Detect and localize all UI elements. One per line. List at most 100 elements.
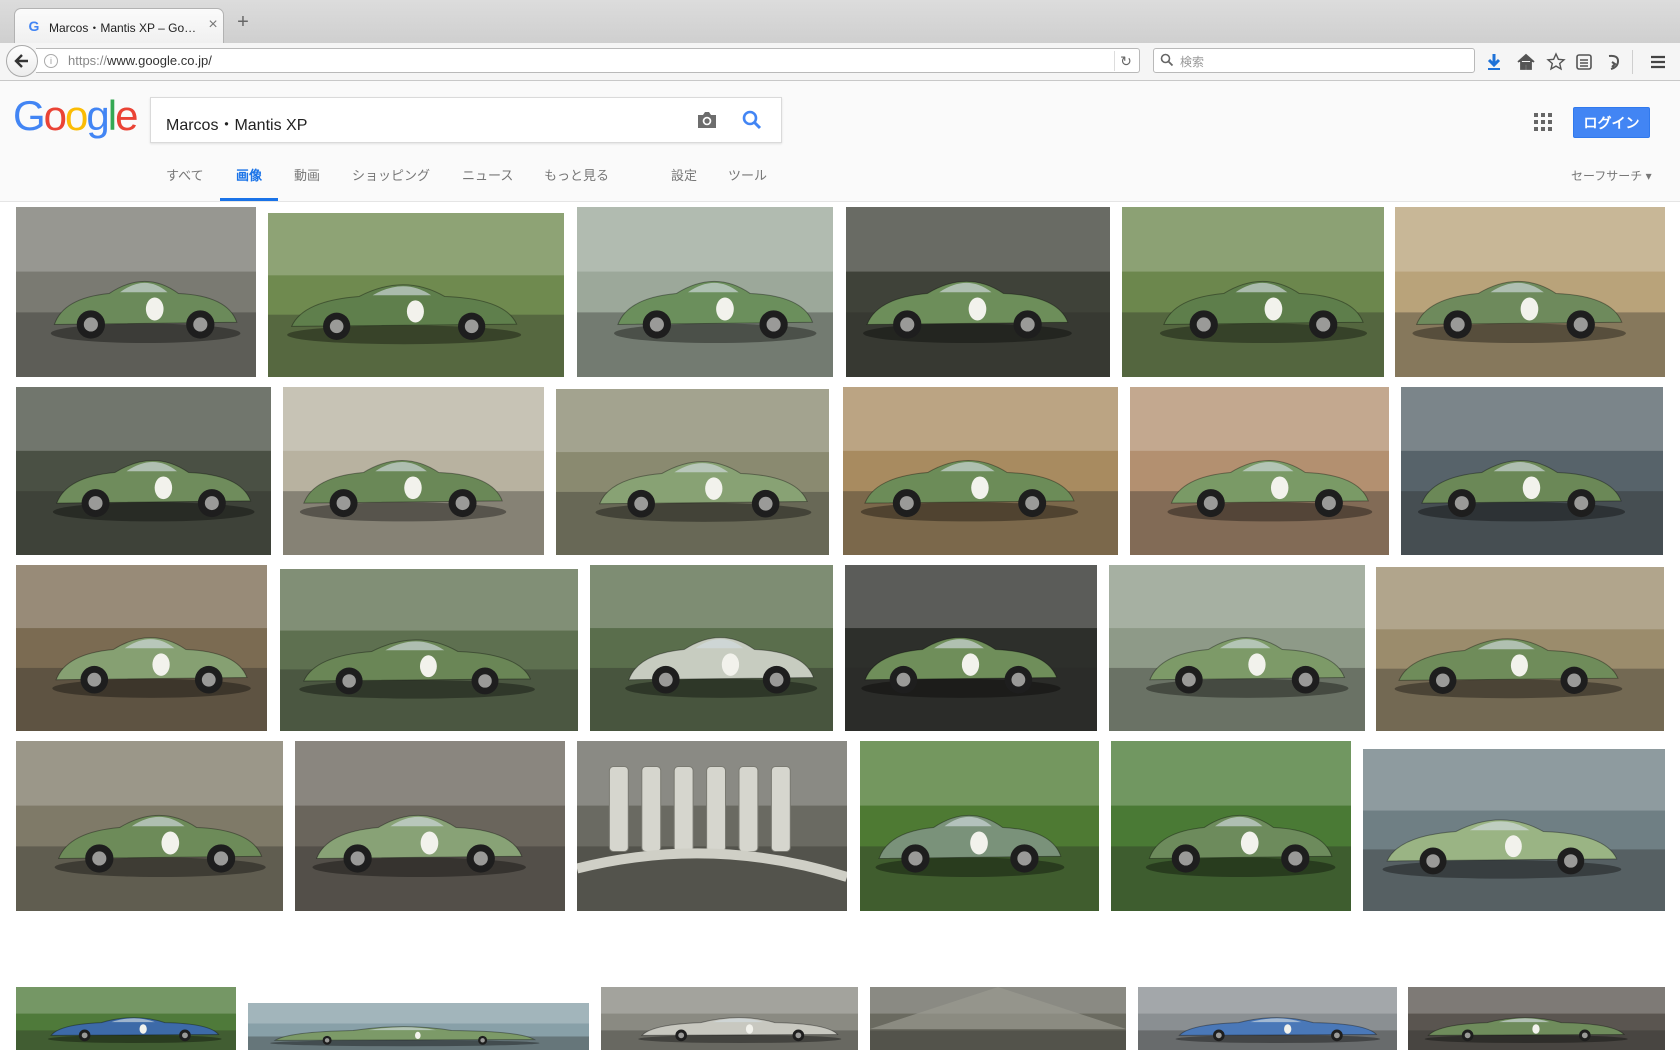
- site-info-icon[interactable]: i: [44, 54, 58, 68]
- image-result-thumbnail[interactable]: [870, 987, 1126, 1050]
- image-result-thumbnail[interactable]: [860, 741, 1099, 911]
- car-number-roundel: [139, 1024, 147, 1034]
- photo-backdrop: [1376, 567, 1664, 630]
- back-button[interactable]: [6, 45, 38, 77]
- car-hub: [678, 1032, 685, 1039]
- hamburger-menu-icon[interactable]: [1648, 52, 1668, 72]
- car-hub: [1020, 317, 1035, 332]
- thumbnail-photo: [556, 389, 829, 555]
- image-result-thumbnail[interactable]: [1363, 749, 1665, 911]
- car-hub: [478, 674, 492, 688]
- google-logo[interactable]: Google: [13, 92, 138, 139]
- image-result-thumbnail[interactable]: [1138, 987, 1397, 1050]
- search-icon[interactable]: [741, 109, 763, 131]
- tab-news[interactable]: ニュース: [462, 167, 513, 201]
- pocket-icon[interactable]: [1604, 52, 1624, 72]
- image-result-thumbnail[interactable]: [16, 741, 283, 911]
- tab-videos[interactable]: 動画: [294, 167, 320, 201]
- image-result-thumbnail[interactable]: [843, 387, 1118, 555]
- car-hub: [1178, 851, 1193, 866]
- image-result-thumbnail[interactable]: [1122, 207, 1384, 377]
- tab-more[interactable]: もっと見る: [544, 167, 609, 201]
- logo-letter: o: [65, 92, 88, 139]
- apps-grid-icon[interactable]: [1534, 113, 1552, 131]
- image-result-thumbnail[interactable]: [268, 213, 564, 377]
- car-hub: [1454, 496, 1469, 511]
- image-result-thumbnail[interactable]: [601, 987, 858, 1050]
- image-result-thumbnail[interactable]: [846, 207, 1110, 377]
- tab-shopping[interactable]: ショッピング: [352, 167, 430, 201]
- car-number-roundel: [154, 476, 173, 500]
- car-hub: [658, 672, 673, 687]
- image-result-thumbnail[interactable]: [248, 1003, 589, 1050]
- car-hub: [473, 851, 488, 866]
- google-favicon-icon: G: [28, 18, 40, 34]
- browser-tab[interactable]: G Marcos・Mantis XP – Goo… ×: [14, 8, 224, 43]
- car-number-roundel: [1504, 835, 1522, 858]
- image-result-thumbnail[interactable]: [1408, 987, 1665, 1050]
- tab-tools[interactable]: ツール: [728, 167, 767, 201]
- library-icon[interactable]: [1574, 52, 1594, 72]
- search-box[interactable]: Marcos・Mantis XP: [150, 97, 782, 143]
- new-tab-button[interactable]: +: [234, 12, 252, 32]
- home-icon[interactable]: [1516, 52, 1536, 72]
- download-icon[interactable]: [1484, 52, 1504, 72]
- image-result-thumbnail[interactable]: [845, 565, 1097, 731]
- car-hub: [88, 496, 103, 511]
- image-result-thumbnail[interactable]: [16, 565, 267, 731]
- car-hub: [201, 672, 216, 687]
- search-input[interactable]: Marcos・Mantis XP: [166, 111, 307, 135]
- photo-backdrop: [16, 565, 267, 629]
- car-hub: [480, 1038, 485, 1043]
- car-hub: [896, 672, 911, 687]
- photo-backdrop: [16, 987, 236, 1014]
- safesearch-dropdown[interactable]: セーフサーチ ▾: [1571, 167, 1652, 184]
- search-tabs: すべて 画像 動画 ショッピング ニュース もっと見る 設定 ツール セーフサー…: [0, 167, 1680, 201]
- image-result-thumbnail[interactable]: [590, 565, 833, 731]
- image-result-thumbnail[interactable]: [1111, 741, 1351, 911]
- tab-close-icon[interactable]: ×: [205, 16, 221, 34]
- logo-letter: o: [43, 92, 67, 139]
- image-result-thumbnail[interactable]: [16, 987, 236, 1050]
- image-result-thumbnail[interactable]: [1130, 387, 1389, 555]
- car-number-roundel: [1264, 297, 1283, 321]
- car-hub: [1203, 496, 1218, 511]
- bookmark-star-icon[interactable]: [1546, 52, 1566, 72]
- car-hub: [758, 496, 773, 511]
- image-result-thumbnail[interactable]: [1109, 565, 1365, 731]
- reload-icon[interactable]: ↻: [1114, 51, 1137, 71]
- image-result-thumbnail[interactable]: [556, 389, 829, 555]
- photo-backdrop: [283, 387, 544, 451]
- browser-search-field[interactable]: 検索: [1153, 48, 1475, 73]
- image-result-thumbnail[interactable]: [295, 741, 565, 911]
- photo-backdrop: [843, 387, 1118, 451]
- image-result-thumbnail[interactable]: [1376, 567, 1664, 731]
- image-result-thumbnail[interactable]: [577, 741, 847, 911]
- image-results-grid: [0, 201, 1680, 1050]
- thumbnail-photo: [1395, 207, 1665, 377]
- camera-icon[interactable]: [696, 110, 718, 130]
- image-result-thumbnail[interactable]: [16, 207, 256, 377]
- car-hub: [634, 496, 649, 511]
- car-number-roundel: [1240, 831, 1259, 855]
- url-text[interactable]: https://www.google.co.jp/: [68, 53, 212, 68]
- car-number-roundel: [1284, 1024, 1292, 1034]
- car-hub: [1573, 317, 1588, 332]
- login-button[interactable]: ログイン: [1573, 107, 1650, 138]
- image-result-thumbnail[interactable]: [1395, 207, 1665, 377]
- url-bar[interactable]: i https://www.google.co.jp/ ↻: [36, 48, 1140, 73]
- search-placeholder: 検索: [1180, 55, 1205, 69]
- car-hub: [87, 672, 102, 687]
- tab-all[interactable]: すべて: [166, 167, 204, 201]
- car-number-roundel: [970, 831, 988, 855]
- thumbnail-photo: [283, 387, 544, 555]
- car-hub: [1574, 496, 1589, 511]
- image-result-thumbnail[interactable]: [280, 569, 578, 731]
- image-result-thumbnail[interactable]: [16, 387, 271, 555]
- photo-backdrop: [601, 987, 858, 1014]
- tab-images[interactable]: 画像: [220, 167, 278, 201]
- image-result-thumbnail[interactable]: [1401, 387, 1663, 555]
- image-result-thumbnail[interactable]: [577, 207, 833, 377]
- tab-settings[interactable]: 設定: [671, 167, 697, 201]
- image-result-thumbnail[interactable]: [283, 387, 544, 555]
